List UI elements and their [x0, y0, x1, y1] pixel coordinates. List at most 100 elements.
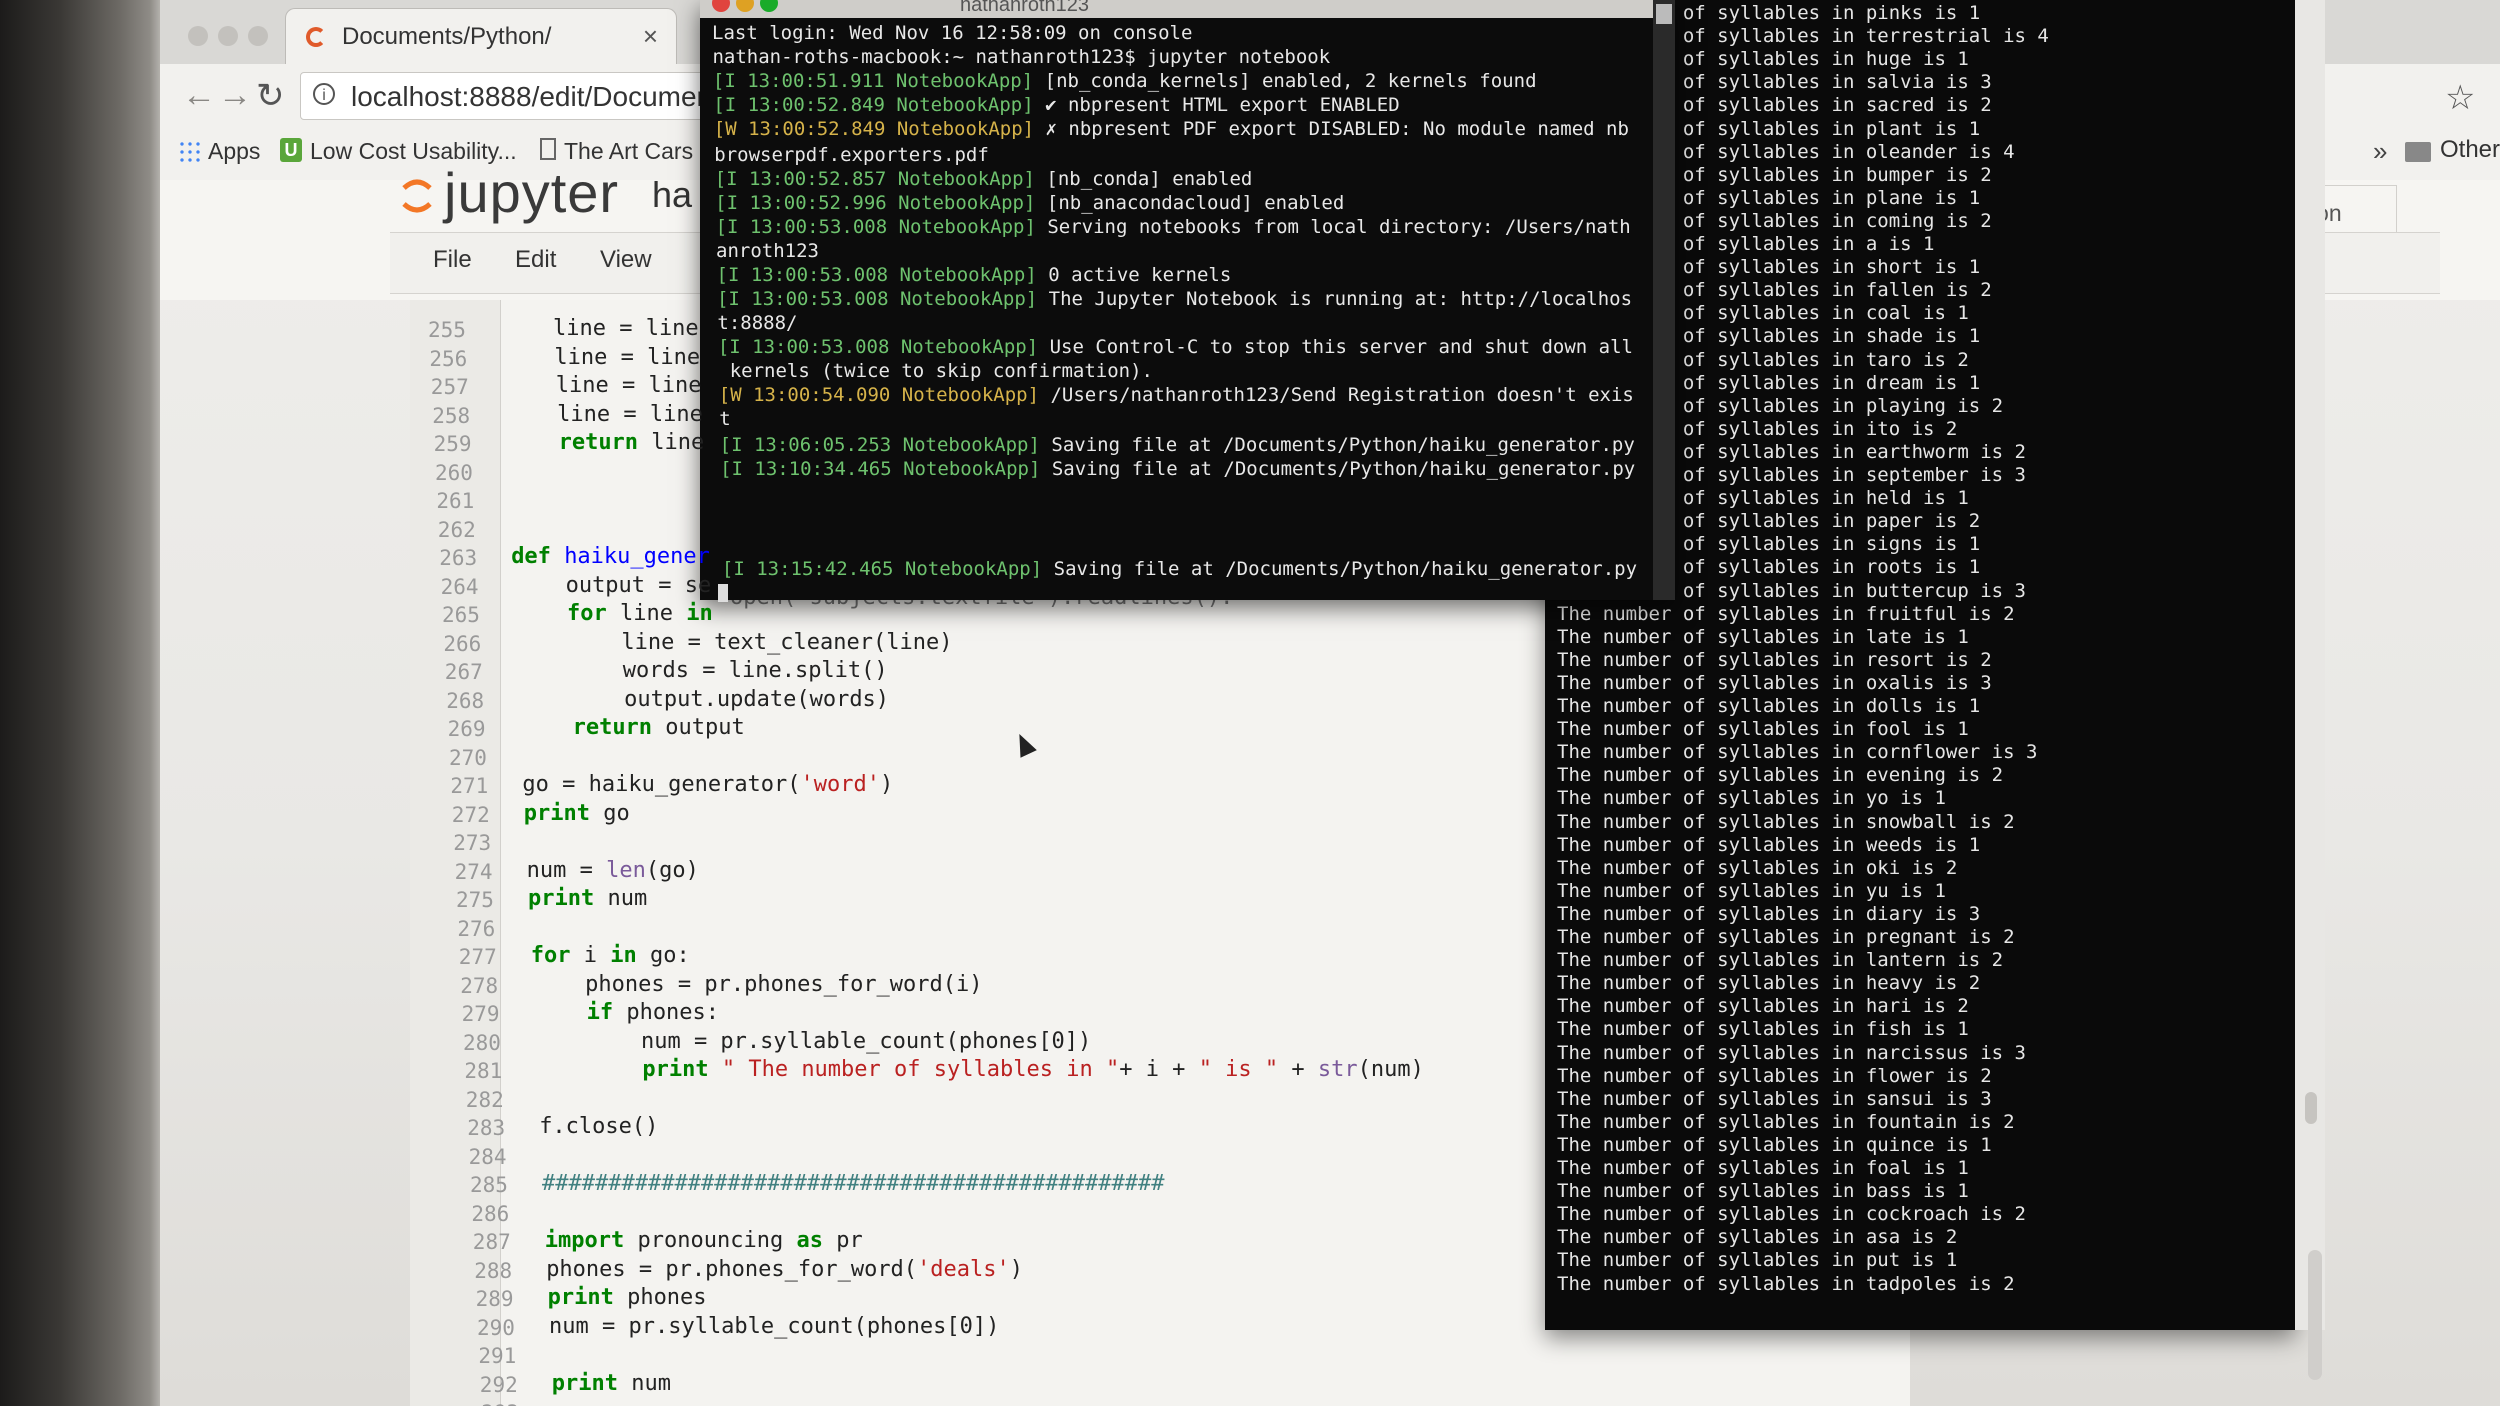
- log-message: ✗ nbpresent PDF export DISABLED: No modu…: [1034, 118, 1629, 140]
- code-line[interactable]: def haiku_gener: [511, 544, 710, 569]
- menu-edit[interactable]: Edit: [515, 246, 556, 274]
- log-message: anroth123: [716, 240, 819, 262]
- code-line[interactable]: line = line: [503, 373, 702, 398]
- code-line[interactable]: output.update(words): [518, 687, 889, 712]
- line-number: 264: [440, 574, 479, 599]
- code-token: return: [572, 715, 653, 740]
- browser-tab[interactable]: Documents/Python/ ×: [285, 8, 677, 65]
- code-token: output.update(words): [518, 686, 890, 712]
- syllable-output-line: The number of syllables in flower is 2: [1557, 1064, 1992, 1087]
- code-line[interactable]: import pronouncing as pr: [545, 1228, 863, 1253]
- more-bookmarks-chevron-icon[interactable]: »: [2373, 136, 2387, 167]
- line-number: 271: [450, 774, 489, 798]
- syllable-output-line: The number of syllables in oxalis is 3: [1557, 671, 1992, 694]
- code-line[interactable]: print num: [528, 886, 647, 911]
- syllable-output-line: The number of syllables in diary is 3: [1557, 902, 1981, 925]
- line-number: 265: [442, 603, 480, 627]
- line-number: 293: [481, 1401, 519, 1406]
- code-line[interactable]: line = line: [504, 402, 703, 427]
- line-number: 287: [472, 1230, 511, 1254]
- code-token: pronouncing: [624, 1228, 797, 1253]
- syllable-output-line: The number of syllables in asa is 2: [1557, 1226, 1958, 1249]
- terminal-close-button[interactable]: [712, 0, 730, 12]
- syllable-output-line: The number of syllables in resort is 2: [1557, 648, 1992, 671]
- terminal-log-line: [W 13:00:52.849 NotebookApp] ✗ nbpresent…: [714, 118, 1629, 140]
- syllable-output-line: The number of syllables in late is 1: [1557, 625, 1969, 648]
- code-token: 'word': [800, 772, 881, 797]
- code-line[interactable]: print num: [552, 1371, 671, 1396]
- code-line[interactable]: words = line.split(): [517, 658, 888, 683]
- terminal-scrollbar[interactable]: [1653, 0, 1675, 600]
- code-line[interactable]: phones = pr.phones_for_word(i): [532, 972, 982, 997]
- code-line[interactable]: print " The number of syllables in "+ i …: [536, 1057, 1424, 1082]
- code-line[interactable]: line = line: [500, 316, 699, 341]
- zoom-window-button[interactable]: [248, 26, 268, 46]
- log-message: t:8888/: [717, 312, 798, 334]
- code-line[interactable]: num = pr.syllable_count(phones[0]): [535, 1029, 1091, 1054]
- menu-file[interactable]: File: [433, 246, 472, 274]
- code-line[interactable]: f.close(): [539, 1114, 658, 1139]
- line-number: 257: [430, 375, 469, 399]
- code-token: + i +: [1119, 1057, 1199, 1082]
- log-level-tag: [I 13:00:52.996 NotebookApp]: [715, 192, 1036, 214]
- syllable-output-line: The number of syllables in bass is 1: [1557, 1180, 1969, 1203]
- terminal-zoom-button[interactable]: [760, 0, 778, 12]
- code-line[interactable]: output = se: [513, 573, 712, 598]
- code-token: print: [551, 1370, 619, 1396]
- back-arrow-icon[interactable]: ←: [182, 76, 216, 115]
- tab-close-icon[interactable]: ×: [643, 21, 658, 52]
- line-number: 289: [475, 1287, 514, 1311]
- code-line[interactable]: num = pr.syllable_count(phones[0]): [549, 1314, 999, 1339]
- code-line[interactable]: return output: [520, 715, 745, 740]
- terminal-minimize-button[interactable]: [736, 0, 754, 12]
- terminal-server-window[interactable]: nathanroth123 Last login: Wed Nov 16 12:…: [700, 0, 1675, 602]
- bookmark-other[interactable]: Other: [2440, 136, 2500, 164]
- log-message: browserpdf.exporters.pdf: [714, 144, 989, 166]
- terminal-log-line: [W 13:00:54.090 NotebookApp] /Users/nath…: [719, 384, 1634, 406]
- minimize-window-button[interactable]: [218, 26, 238, 46]
- code-token: num =: [526, 857, 607, 883]
- bookmark-star-icon[interactable]: ☆: [2445, 78, 2475, 118]
- code-line[interactable]: print phones: [548, 1285, 707, 1310]
- jupyter-logo-text[interactable]: jupyter: [444, 160, 619, 225]
- code-line[interactable]: num = len(go): [527, 858, 699, 883]
- notebook-title[interactable]: ha: [652, 174, 692, 216]
- code-line[interactable]: for line in: [514, 601, 713, 626]
- editor-scrollbar[interactable]: [2295, 0, 2325, 1330]
- code-line[interactable]: go = haiku_generator('word'): [522, 772, 893, 797]
- terminal-title: nathanroth123: [960, 0, 1090, 16]
- terminal-log-line: kernels (twice to skip confirmation).: [718, 360, 1153, 382]
- page-scrollbar-thumb[interactable]: [2308, 1250, 2322, 1380]
- forward-arrow-icon[interactable]: →: [218, 76, 252, 115]
- line-number: 276: [457, 916, 496, 941]
- url-text[interactable]: localhost:8888/edit/Documents: [351, 81, 734, 113]
- code-line[interactable]: for i in go:: [531, 943, 690, 968]
- code-token: num = pr.syllable_count(phones[0]): [549, 1313, 1000, 1339]
- code-token: i: [570, 943, 611, 968]
- scrollbar-thumb[interactable]: [2305, 1092, 2317, 1124]
- code-line[interactable]: if phones:: [534, 1000, 719, 1025]
- terminal-log-line: [I 13:00:52.996 NotebookApp] [nb_anacond…: [715, 192, 1344, 214]
- terminal-scrollbar-thumb[interactable]: [1656, 4, 1672, 24]
- line-number: 269: [447, 717, 486, 741]
- code-token: go = haiku_generator(: [522, 772, 801, 797]
- code-line[interactable]: line = line: [501, 345, 700, 370]
- close-window-button[interactable]: [188, 26, 208, 46]
- bookmark-apps[interactable]: Apps: [208, 138, 260, 165]
- log-message: nathan-roths-macbook:~ nathanroth123$ ju…: [712, 46, 1331, 68]
- menu-view[interactable]: View: [600, 246, 652, 274]
- line-number: 268: [446, 688, 485, 713]
- reload-icon[interactable]: ↻: [256, 76, 285, 116]
- terminal-log-line: [I 13:06:05.253 NotebookApp] Saving file…: [720, 434, 1635, 456]
- syllable-output-line: The number of syllables in hari is 2: [1557, 995, 1969, 1018]
- log-message: Use Control-C to stop this server and sh…: [1038, 336, 1633, 358]
- terminal-log-line: [I 13:00:53.008 NotebookApp] The Jupyter…: [717, 288, 1632, 310]
- code-line[interactable]: return line: [506, 430, 705, 455]
- info-icon[interactable]: i: [313, 83, 335, 105]
- code-line[interactable]: ########################################…: [542, 1171, 1165, 1196]
- code-line[interactable]: print go: [524, 801, 630, 826]
- code-line[interactable]: phones = pr.phones_for_word('deals'): [546, 1257, 1023, 1282]
- code-line[interactable]: line = text_cleaner(line): [515, 630, 952, 655]
